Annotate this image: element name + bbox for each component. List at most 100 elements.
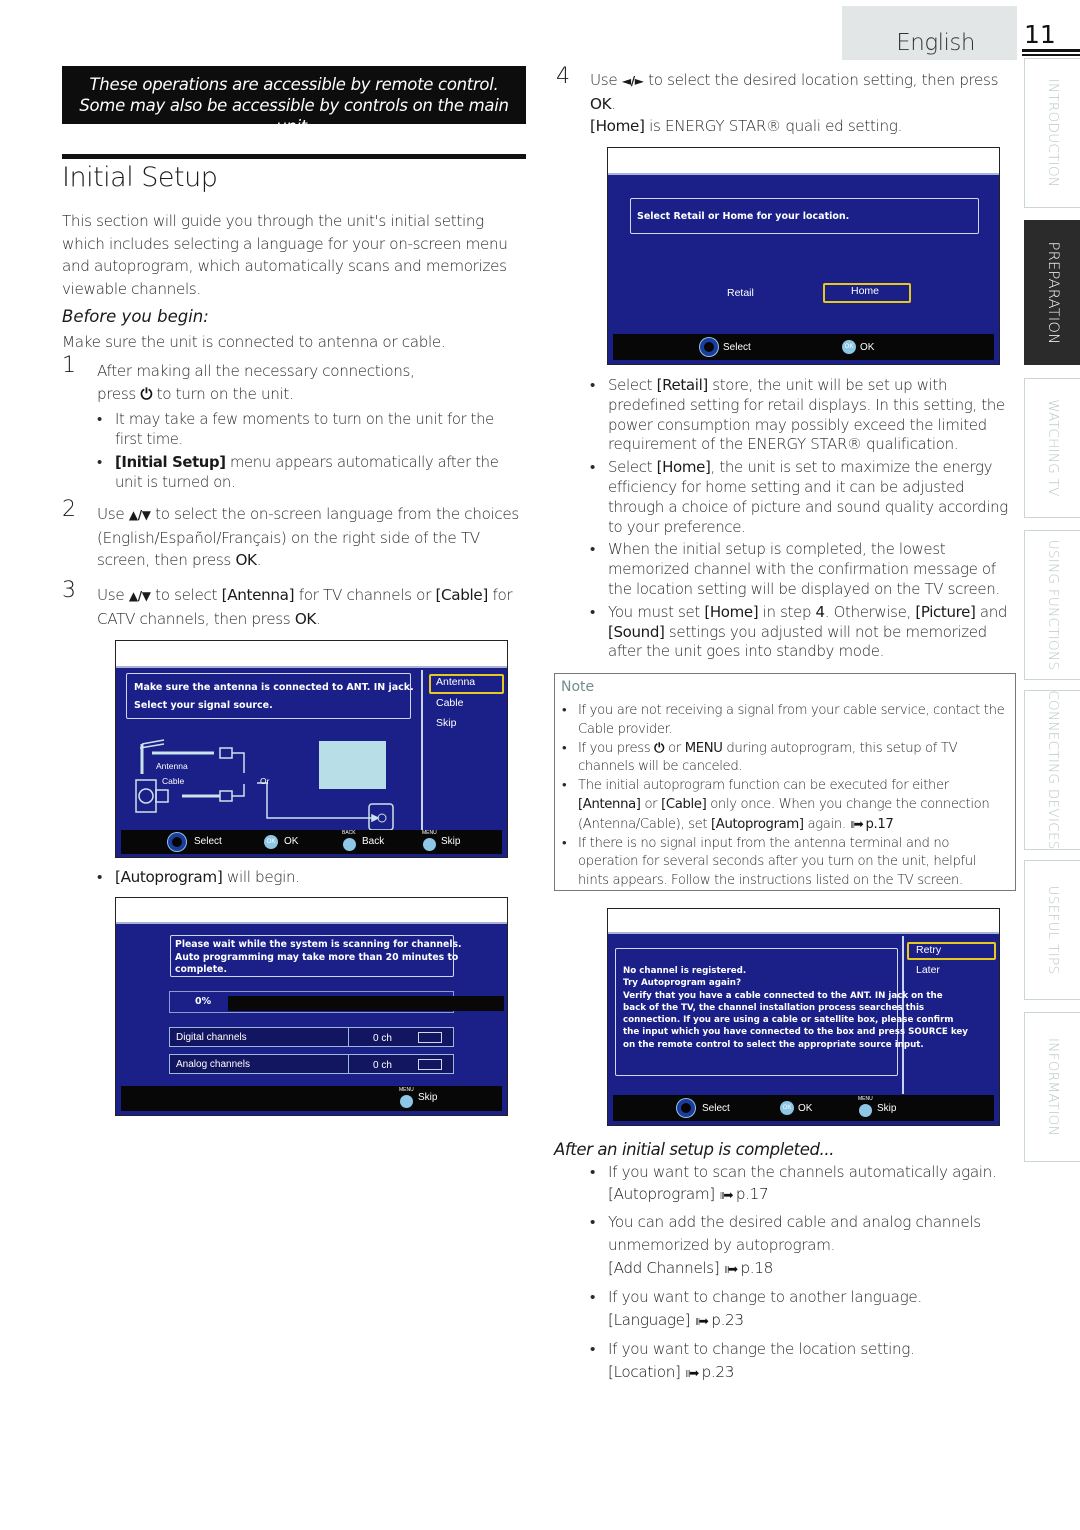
- side-tab-preparation[interactable]: PREPARATION: [1024, 220, 1080, 365]
- dpad-icon: [677, 1099, 695, 1117]
- page-reference[interactable]: [Language] ııı➡ p.23: [608, 1309, 1020, 1333]
- after-setup-item: If you want to scan the channels automat…: [590, 1162, 1020, 1206]
- side-tab-using-functions[interactable]: USING FUNCTIONS: [1024, 530, 1080, 680]
- tv-icon: [319, 741, 386, 789]
- bold-term: [Cable]: [435, 586, 488, 604]
- after-setup-text: If you want to change to another languag…: [608, 1288, 922, 1306]
- page-ref-arrow-icon: ııı➡: [694, 1314, 709, 1328]
- scan-message: Please wait while the system is scanning…: [175, 939, 462, 975]
- ok-button-icon: OK: [264, 835, 278, 849]
- ref-label: [Autoprogram]: [608, 1184, 715, 1203]
- language-tab: English: [842, 6, 1017, 60]
- message-line: Select your signal source.: [134, 700, 273, 711]
- step-1-line: press ⏻ to turn on the unit.: [97, 383, 517, 406]
- note-text: or: [644, 796, 658, 812]
- dpad-lr-icon: [700, 338, 718, 356]
- option-retry[interactable]: Retry: [916, 944, 941, 956]
- step-1-line: After making all the necessary connectio…: [97, 362, 415, 380]
- option-retail[interactable]: Retail: [727, 287, 754, 299]
- page-reference-link[interactable]: p.17: [865, 817, 893, 832]
- channel-row-value: 0 ch: [373, 1060, 392, 1071]
- bold-term: [Home]: [704, 602, 759, 621]
- channel-row-label: Digital channels: [176, 1032, 247, 1043]
- bold-term: [Sound]: [608, 622, 665, 641]
- dpad-icon: [168, 833, 186, 851]
- back-button-icon: [343, 838, 356, 851]
- step-4-bullet: You must set [Home] in step 4. Otherwise…: [590, 603, 1020, 662]
- bullet-text: Select: [608, 458, 657, 477]
- page-reference[interactable]: [Add Channels] ııı➡ p.18: [608, 1257, 1020, 1281]
- antenna-icon: [141, 739, 165, 745]
- note-text: The initial autoprogram function can be …: [578, 778, 949, 794]
- remote-control-banner: These operations are accessible by remot…: [62, 66, 526, 136]
- bullet-text: and: [975, 602, 1008, 621]
- side-tab-information[interactable]: INFORMATION: [1024, 1012, 1080, 1162]
- side-tab-watching-tv[interactable]: WATCHING TV: [1024, 378, 1080, 518]
- option-later[interactable]: Later: [916, 964, 940, 976]
- bold-term: [Initial Setup]: [115, 454, 226, 471]
- footer-label: OK: [284, 836, 299, 847]
- note-text: If you press: [578, 740, 651, 756]
- screen-title-bar: [116, 641, 507, 668]
- bold-term: [Retail]: [656, 376, 709, 394]
- autoprogram-begin-text: [Autoprogram] will begin.: [97, 868, 300, 886]
- row-divider: [348, 1055, 349, 1073]
- after-setup-item: If you want to change the location setti…: [590, 1338, 1020, 1385]
- power-icon: ⏻: [654, 740, 665, 756]
- screen-title-bar: [116, 898, 507, 924]
- side-tab-connecting-devices[interactable]: CONNECTING DEVICES: [1024, 690, 1080, 850]
- option-cable[interactable]: Cable: [436, 697, 463, 709]
- step-number: 4: [556, 64, 570, 89]
- bullet-text: Select: [608, 376, 657, 394]
- step-text: to select the on-screen language from th…: [97, 505, 519, 569]
- bold-term: [Cable]: [661, 796, 707, 812]
- side-tab-introduction[interactable]: INTRODUCTION: [1024, 58, 1080, 208]
- footer-label: Skip: [441, 836, 461, 847]
- ref-page[interactable]: p.23: [711, 1311, 744, 1329]
- page-ref-arrow-icon: ııı➡: [719, 1187, 733, 1202]
- ref-label: [Location]: [608, 1363, 681, 1381]
- step-text: for TV channels or: [298, 586, 432, 604]
- step-text: .: [316, 609, 321, 628]
- after-setup-text: If you want to change the location setti…: [608, 1340, 915, 1358]
- screen-title-bar: [608, 909, 999, 934]
- ref-page[interactable]: p.23: [702, 1363, 735, 1381]
- menu-button-icon: [859, 1104, 872, 1117]
- ref-page[interactable]: p.18: [740, 1259, 773, 1277]
- page-reference[interactable]: [Location] ııı➡ p.23: [608, 1361, 1020, 1385]
- option-home[interactable]: Home: [851, 285, 879, 297]
- note-item: The initial autoprogram function can be …: [562, 777, 1008, 834]
- screen-footer: Select OK OK: [613, 334, 994, 360]
- page-reference[interactable]: [Autoprogram] ııı➡ p.17: [608, 1184, 1020, 1207]
- page-ref-arrow-icon: ııı➡: [685, 1366, 699, 1380]
- bold-term: [Autoprogram]: [115, 868, 223, 886]
- footer-label: Back: [362, 836, 385, 847]
- message-box: Select Retail or Home for your location.: [630, 198, 979, 234]
- footer-label: OK: [798, 1103, 813, 1114]
- side-tab-useful-tips[interactable]: USEFUL TIPS: [1024, 860, 1080, 1000]
- step-text: .: [611, 94, 616, 113]
- after-setup-text: You can add the desired cable and analog…: [608, 1213, 981, 1254]
- side-tab-label: PREPARATION: [1044, 241, 1061, 344]
- bullet-text: You must set: [608, 602, 705, 621]
- option-skip[interactable]: Skip: [436, 717, 456, 729]
- bold-term: [Autoprogram]: [711, 816, 804, 832]
- footer-key-label: MENU: [399, 1087, 414, 1093]
- side-tab-label: USING FUNCTIONS: [1044, 539, 1061, 671]
- note-box: Note If you are not receiving a signal f…: [554, 673, 1016, 891]
- page-number-rule: [1022, 49, 1080, 52]
- channel-row-digital: Digital channels 0 ch: [169, 1027, 454, 1047]
- option-antenna[interactable]: Antenna: [436, 676, 475, 688]
- step-4-bullet: Select [Retail] store, the unit will be …: [590, 376, 1020, 455]
- step-text: to select: [155, 586, 218, 604]
- note-item: If you press ⏻ or MENU during autoprogra…: [562, 740, 1008, 778]
- progress-percent: 0%: [195, 996, 212, 1007]
- screen-title-bar: [608, 148, 999, 175]
- step-text: .: [256, 551, 262, 569]
- ref-page[interactable]: p.17: [736, 1185, 769, 1203]
- bullet-text: will begin.: [222, 868, 300, 886]
- section-title: Initial Setup: [62, 162, 218, 193]
- screen-footer: MENU Skip: [121, 1086, 502, 1111]
- step-text: Use: [97, 505, 125, 523]
- before-you-begin-text: Make sure the unit is connected to anten…: [62, 333, 446, 351]
